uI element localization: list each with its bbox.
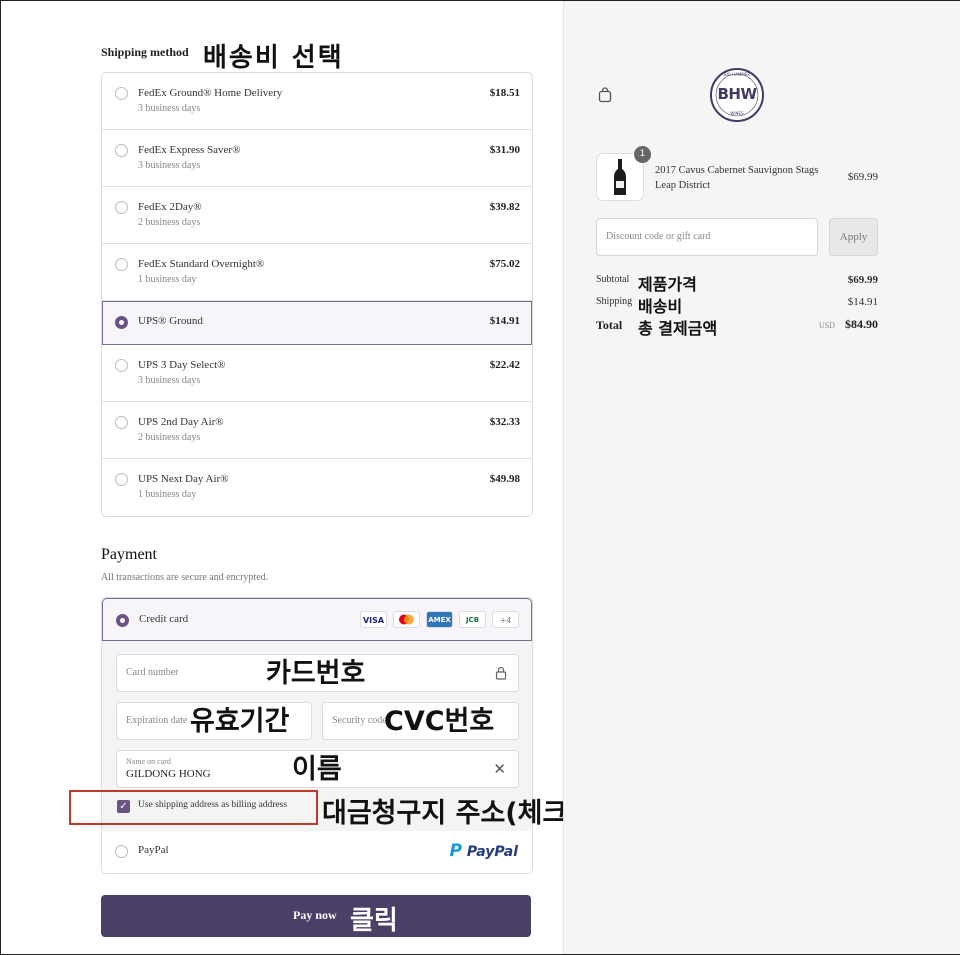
lock-icon	[495, 666, 507, 685]
jcb-icon: JCB	[459, 611, 486, 628]
shipping-option-name: FedEx 2Day®	[138, 201, 202, 213]
more-cards-badge: +4	[492, 611, 519, 628]
product-name: 2017 Cavus Cabernet Sauvignon Stags Leap…	[655, 165, 819, 191]
shipping-option-price: $32.33	[489, 416, 520, 428]
shipping-option-price: $18.51	[489, 87, 520, 99]
shipping-option-days: 3 business days	[138, 160, 201, 171]
shipping-method-title: Shipping method	[101, 45, 189, 59]
shipping-radio[interactable]	[115, 416, 128, 429]
checkout-main: Shipping method 배송비 선택 FedEx Ground® Hom…	[1, 1, 598, 954]
shipping-option-days: 1 business day	[138, 489, 197, 500]
shipping-option[interactable]: FedEx Express Saver® 3 business days $31.9…	[102, 130, 532, 187]
billing-highlight-box	[69, 790, 318, 825]
shipping-option[interactable]: UPS® Ground $14.91	[102, 301, 532, 345]
total-annotation: 총 결제금액	[638, 319, 718, 338]
shipping-option-price: $49.98	[489, 473, 520, 485]
shipping-options-list: FedEx Ground® Home Delivery 3 business da…	[101, 72, 533, 517]
discount-placeholder: Discount code or gift card	[606, 231, 711, 242]
pay-now-label: Pay now	[293, 908, 337, 922]
brand-logo[interactable]: BHW BIG HAMMER WINES	[709, 67, 765, 123]
product-price: $69.99	[847, 171, 878, 183]
shipping-radio[interactable]	[115, 87, 128, 100]
expiration-annotation: 유효기간	[190, 706, 290, 737]
shipping-radio[interactable]	[115, 201, 128, 214]
payment-title: Payment	[101, 546, 157, 563]
shipping-option[interactable]: UPS 3 Day Select® 3 business days $22.42	[102, 345, 532, 402]
currency-label: USD	[819, 321, 836, 330]
pay-now-button[interactable]: Pay now 클릭	[101, 895, 531, 937]
pay-now-annotation: 클릭	[350, 906, 398, 936]
amex-icon: AMEX	[426, 611, 453, 628]
shipping-option-price: $22.42	[489, 359, 520, 371]
mastercard-icon	[393, 611, 420, 628]
shipping-option-name: FedEx Express Saver®	[138, 144, 241, 156]
shipping-option[interactable]: UPS 2nd Day Air® 2 business days $32.33	[102, 402, 532, 459]
security-code-annotation: CVC번호	[384, 706, 495, 737]
clear-icon[interactable]: ✕	[493, 760, 506, 778]
shipping-option[interactable]: FedEx Ground® Home Delivery 3 business da…	[102, 73, 532, 130]
shipping-option-days: 3 business days	[138, 103, 201, 114]
payment-methods: Credit card VISA AMEX JCB +4 Card number…	[101, 597, 533, 874]
shipping-option-name: UPS Next Day Air®	[138, 473, 229, 485]
logo-text: BHW	[717, 85, 757, 103]
shipping-radio[interactable]	[115, 144, 128, 157]
visa-icon: VISA	[360, 611, 387, 628]
payment-subtitle: All transactions are secure and encrypte…	[101, 572, 269, 583]
shipping-option-name: UPS® Ground	[138, 315, 203, 327]
credit-card-radio[interactable]	[116, 614, 129, 627]
name-on-card-value: GILDONG HONG	[126, 768, 211, 780]
quantity-badge: 1	[634, 146, 651, 163]
order-summary: BHW BIG HAMMER WINES 1 2017 Cavus Cabern…	[563, 1, 960, 954]
logo-ring-top: BIG HAMMER	[723, 72, 751, 77]
shipping-option-price: $31.90	[489, 144, 520, 156]
subtotal-value: $69.99	[847, 274, 878, 286]
card-number-placeholder: Card number	[126, 667, 179, 678]
shipping-radio[interactable]	[115, 316, 128, 329]
shipping-cost-annotation: 배송비	[638, 297, 683, 316]
shipping-option[interactable]: FedEx Standard Overnight® 1 business day $…	[102, 244, 532, 301]
shipping-option-days: 2 business days	[138, 432, 201, 443]
billing-annotation: 대금청구지 주소(체크o)	[322, 798, 599, 829]
name-annotation: 이름	[292, 754, 342, 785]
payment-option-paypal[interactable]: PayPal P PayPal	[102, 831, 532, 873]
shipping-option[interactable]: FedEx 2Day® 2 business days $39.82	[102, 187, 532, 244]
shopping-bag-icon[interactable]	[598, 87, 612, 108]
shipping-annotation: 배송비 선택	[203, 43, 344, 73]
payment-option-credit-card[interactable]: Credit card VISA AMEX JCB +4	[102, 598, 532, 641]
shipping-radio[interactable]	[115, 258, 128, 271]
shipping-value: $14.91	[847, 296, 878, 308]
shipping-option-days: 2 business days	[138, 217, 201, 228]
security-code-placeholder: Security code	[332, 715, 387, 726]
shipping-option-name: FedEx Standard Overnight®	[138, 258, 265, 270]
shipping-option-price: $75.02	[489, 258, 520, 270]
product-thumbnail: 1	[596, 146, 651, 201]
shipping-radio[interactable]	[115, 359, 128, 372]
shipping-option-name: UPS 3 Day Select®	[138, 359, 226, 371]
subtotal-annotation: 제품가격	[638, 275, 697, 294]
name-on-card-label: Name on card	[126, 757, 171, 766]
credit-card-label: Credit card	[139, 613, 189, 625]
logo-ring-bottom: WINES	[730, 111, 744, 116]
shipping-option-days: 1 business day	[138, 274, 197, 285]
shipping-option-name: UPS 2nd Day Air®	[138, 416, 224, 428]
total-label: Total	[596, 318, 623, 332]
total-value: $84.90	[845, 317, 878, 331]
shipping-option-price: $14.91	[489, 315, 520, 327]
shipping-option-name: FedEx Ground® Home Delivery	[138, 87, 283, 99]
expiration-placeholder: Expiration date	[126, 715, 188, 726]
subtotal-label: Subtotal	[596, 274, 630, 285]
apply-button[interactable]: Apply	[829, 218, 878, 256]
card-number-annotation: 카드번호	[266, 658, 366, 689]
shipping-label: Shipping	[596, 296, 633, 307]
shipping-option-price: $39.82	[489, 201, 520, 213]
paypal-logo: P PayPal	[449, 841, 518, 861]
discount-code-field[interactable]: Discount code or gift card	[596, 218, 818, 256]
shipping-option-days: 3 business days	[138, 375, 201, 386]
paypal-label: PayPal	[138, 844, 169, 856]
shipping-radio[interactable]	[115, 473, 128, 486]
shipping-option[interactable]: UPS Next Day Air® 1 business day $49.98	[102, 459, 532, 516]
paypal-radio[interactable]	[115, 845, 128, 858]
